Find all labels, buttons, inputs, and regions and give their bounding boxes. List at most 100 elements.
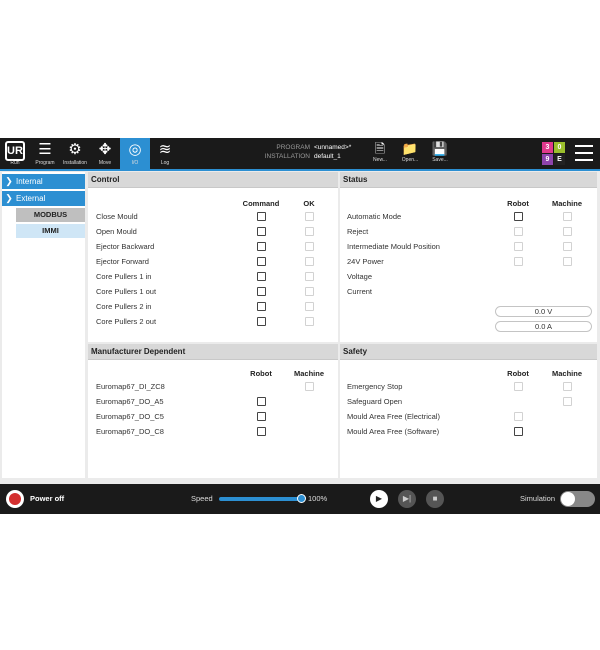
io-row-label: Core Pullers 2 out bbox=[96, 317, 157, 326]
log-tab[interactable]: ≋ Log bbox=[150, 138, 180, 169]
hamburger-menu-icon[interactable] bbox=[575, 145, 593, 161]
control-panel: Control Command OK Close Mould Open Mould… bbox=[88, 172, 338, 342]
io-row-label: Ejector Forward bbox=[96, 257, 149, 266]
speed-slider-thumb[interactable] bbox=[297, 494, 306, 503]
command-checkbox[interactable] bbox=[257, 227, 266, 236]
robot-checkbox[interactable] bbox=[257, 397, 266, 406]
sidebar-item-external[interactable]: ❯ External bbox=[2, 191, 85, 206]
manufacturer-panel: Manufacturer Dependent Robot Machine Eur… bbox=[88, 344, 338, 478]
simulation-toggle[interactable] bbox=[560, 491, 595, 507]
ur-logo-icon: UR bbox=[5, 141, 25, 161]
sidebar-item-label: Internal bbox=[16, 177, 43, 186]
program-name: <unnamed>* bbox=[314, 144, 352, 151]
robot-checkbox bbox=[514, 412, 523, 421]
ok-checkbox bbox=[305, 212, 314, 221]
log-tab-label: Log bbox=[160, 160, 170, 166]
move-arrows-icon: ✥ bbox=[98, 141, 112, 158]
robot-checkbox bbox=[514, 227, 523, 236]
open-button[interactable]: 📁 Open... bbox=[398, 141, 422, 168]
robot-checkbox bbox=[514, 382, 523, 391]
log-chart-icon: ≋ bbox=[158, 141, 172, 158]
sidebar-item-internal[interactable]: ❯ Internal bbox=[2, 174, 85, 189]
speed-value: 100% bbox=[308, 494, 328, 503]
io-row-label: Intermediate Mould Position bbox=[347, 242, 440, 251]
column-header-machine: Machine bbox=[551, 369, 582, 378]
badge-cell: 3 bbox=[542, 142, 553, 153]
io-tab[interactable]: ◎ I/O bbox=[120, 138, 150, 169]
stop-icon[interactable]: ■ bbox=[426, 490, 444, 508]
program-tab[interactable]: ☰ Program bbox=[30, 138, 60, 169]
sidebar-item-modbus[interactable]: MODBUS bbox=[16, 208, 85, 222]
command-checkbox[interactable] bbox=[257, 287, 266, 296]
folder-icon: 📁 bbox=[401, 141, 419, 156]
step-icon[interactable]: ▶| bbox=[398, 490, 416, 508]
panel-title: Control bbox=[88, 172, 338, 188]
program-tab-label: Program bbox=[35, 160, 55, 166]
new-button[interactable]: 🗎 New... bbox=[368, 141, 392, 168]
save-button[interactable]: 💾 Save... bbox=[428, 141, 452, 168]
io-row-label: Emergency Stop bbox=[347, 382, 403, 391]
io-icon: ◎ bbox=[128, 141, 142, 158]
machine-checkbox bbox=[563, 227, 572, 236]
run-tab[interactable]: UR Run bbox=[0, 138, 30, 169]
machine-checkbox bbox=[563, 212, 572, 221]
installation-tab-label: Installation bbox=[63, 160, 87, 166]
machine-checkbox bbox=[563, 382, 572, 391]
vendor-badge[interactable]: 3 0 9 E bbox=[542, 142, 566, 166]
io-row-label: 24V Power bbox=[347, 257, 384, 266]
sidebar-item-immi[interactable]: IMMI bbox=[16, 224, 85, 238]
ok-checkbox bbox=[305, 302, 314, 311]
machine-checkbox bbox=[563, 242, 572, 251]
command-checkbox[interactable] bbox=[257, 317, 266, 326]
save-icon: 💾 bbox=[431, 141, 449, 156]
io-row-label: Close Mould bbox=[96, 212, 138, 221]
column-header-machine: Machine bbox=[293, 369, 324, 378]
speed-slider[interactable] bbox=[219, 497, 301, 501]
installation-name: default_1 bbox=[314, 153, 341, 160]
io-row-label: Core Pullers 2 in bbox=[96, 302, 152, 311]
command-checkbox[interactable] bbox=[257, 302, 266, 311]
header-toolbar: UR Run ☰ Program ⚙ Installation ✥ Move ◎… bbox=[0, 138, 600, 171]
robot-arm-icon: ⚙ bbox=[68, 141, 82, 158]
command-checkbox[interactable] bbox=[257, 272, 266, 281]
io-tab-label: I/O bbox=[131, 160, 139, 166]
power-status-label[interactable]: Power off bbox=[30, 494, 64, 503]
io-row-label: Core Pullers 1 in bbox=[96, 272, 152, 281]
power-button-icon[interactable] bbox=[6, 490, 24, 508]
command-checkbox[interactable] bbox=[257, 257, 266, 266]
ok-checkbox bbox=[305, 227, 314, 236]
chevron-right-icon: ❯ bbox=[5, 176, 13, 186]
column-header-machine: Machine bbox=[551, 199, 582, 208]
ok-checkbox bbox=[305, 272, 314, 281]
command-checkbox[interactable] bbox=[257, 212, 266, 221]
robot-checkbox[interactable] bbox=[257, 412, 266, 421]
robot-checkbox[interactable] bbox=[514, 212, 523, 221]
badge-cell: 9 bbox=[542, 154, 553, 165]
simulation-label: Simulation bbox=[520, 494, 556, 503]
panel-title: Safety bbox=[340, 344, 597, 360]
play-icon[interactable]: ▶ bbox=[370, 490, 388, 508]
status-panel: Status Robot Machine Automatic Mode Rejec… bbox=[340, 172, 597, 342]
robot-checkbox[interactable] bbox=[257, 427, 266, 436]
open-button-label: Open... bbox=[401, 157, 419, 163]
safety-panel: Safety Robot Machine Emergency Stop Safeg… bbox=[340, 344, 597, 478]
speed-label: Speed bbox=[191, 494, 213, 503]
robot-checkbox[interactable] bbox=[514, 427, 523, 436]
robot-checkbox bbox=[514, 242, 523, 251]
machine-checkbox bbox=[305, 382, 314, 391]
move-tab[interactable]: ✥ Move bbox=[90, 138, 120, 169]
installation-tab[interactable]: ⚙ Installation bbox=[60, 138, 90, 169]
io-row-label: Reject bbox=[347, 227, 369, 236]
column-header-robot: Robot bbox=[507, 199, 529, 208]
save-button-label: Save... bbox=[432, 157, 448, 163]
panel-title: Manufacturer Dependent bbox=[88, 344, 338, 360]
column-header-robot: Robot bbox=[250, 369, 272, 378]
new-button-label: New... bbox=[373, 157, 387, 163]
program-info: PROGRAM <unnamed>* INSTALLATION default_1 bbox=[262, 143, 352, 161]
move-tab-label: Move bbox=[98, 160, 112, 166]
io-row-label: Ejector Backward bbox=[96, 242, 155, 251]
io-row-label: Euromap67_DO_C8 bbox=[96, 427, 164, 436]
machine-checkbox bbox=[563, 257, 572, 266]
machine-checkbox bbox=[563, 397, 572, 406]
command-checkbox[interactable] bbox=[257, 242, 266, 251]
